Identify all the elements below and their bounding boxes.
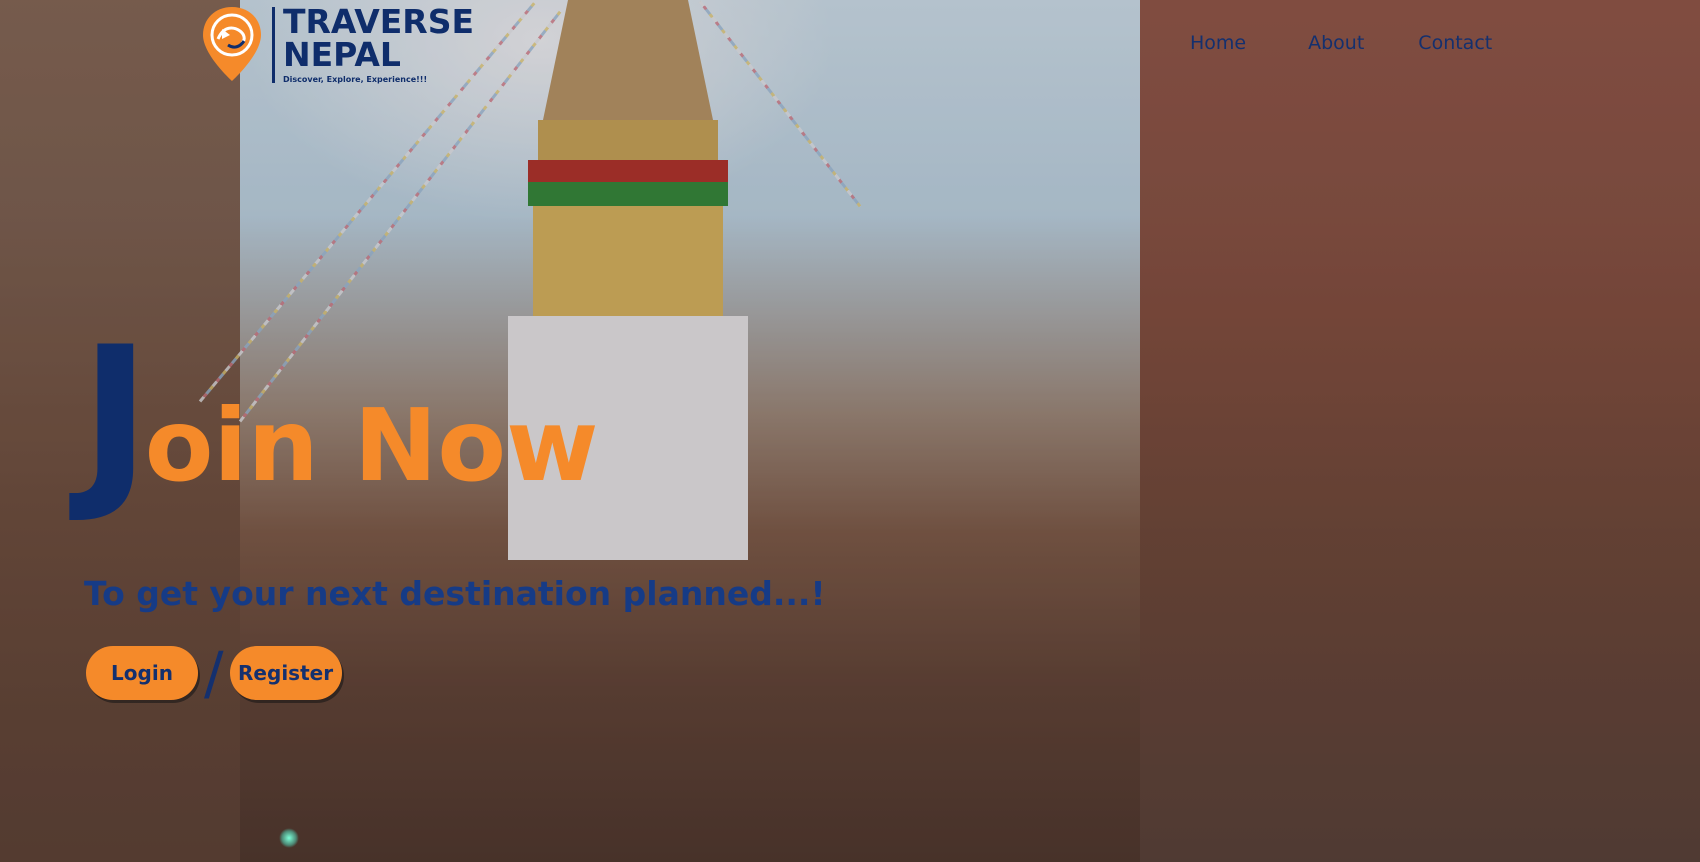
hero-title: Join Now [80,306,599,527]
nav-contact-link[interactable]: Contact [1418,32,1492,54]
brand-logo[interactable]: TRAVERSE NEPAL Discover, Explore, Experi… [200,5,474,84]
logo-divider [272,7,275,83]
nav-about-link[interactable]: About [1308,32,1364,54]
main-nav: Home About Contact [1190,32,1492,54]
login-button[interactable]: Login [86,646,198,700]
logo-text: TRAVERSE NEPAL Discover, Explore, Experi… [283,5,474,84]
hero-title-initial: J [80,306,151,527]
auth-buttons: Login / Register [86,639,342,707]
hero-title-rest: oin Now [144,387,599,504]
auth-separator: / [204,639,224,707]
brand-tagline: Discover, Explore, Experience!!! [283,75,428,84]
register-button[interactable]: Register [229,646,342,700]
hero-subtitle: To get your next destination planned...! [84,574,826,613]
brand-name-line2: NEPAL [283,35,401,74]
nav-home-link[interactable]: Home [1190,32,1246,54]
brand-name-line1: TRAVERSE [283,2,475,41]
landing-page: TRAVERSE NEPAL Discover, Explore, Experi… [0,0,1700,862]
lens-flare [279,828,299,848]
map-pin-logo-icon [203,7,261,81]
